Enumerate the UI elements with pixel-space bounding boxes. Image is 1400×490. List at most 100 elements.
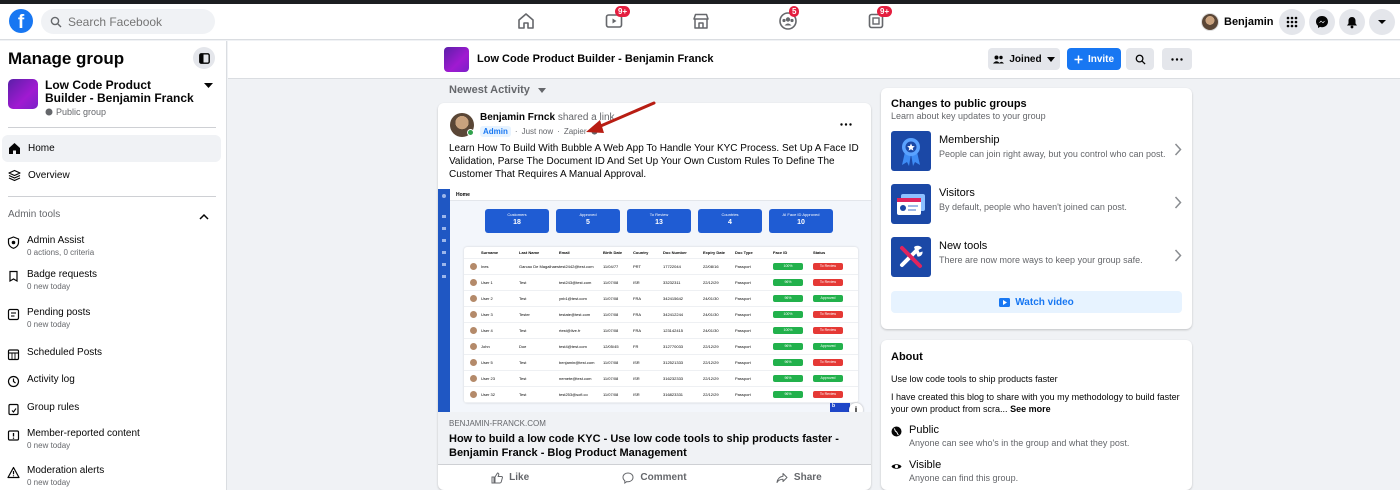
shield-icon xyxy=(6,235,20,249)
change-item-membership[interactable]: Membership People can join right away, b… xyxy=(891,131,1184,171)
comment-button[interactable]: Comment xyxy=(582,465,726,490)
groups-nav-tab[interactable]: 5 xyxy=(778,6,800,33)
admin-tools-heading[interactable]: Admin tools xyxy=(8,209,60,220)
thumbs-up-icon xyxy=(491,471,504,483)
change-item-desc: People can join right away, but you cont… xyxy=(939,149,1166,159)
kpi-value: 5 xyxy=(586,219,590,226)
sidebar-toggle-icon xyxy=(198,52,210,64)
table-cell: Test xyxy=(519,280,527,285)
group-thumbnail[interactable] xyxy=(8,79,38,109)
avatar xyxy=(470,279,477,286)
sidebar-item-badge-requests[interactable]: Badge requests 0 new today xyxy=(6,269,221,292)
avatar xyxy=(470,359,477,366)
face-id-pill: 100% xyxy=(773,311,803,318)
post-options-button[interactable] xyxy=(840,115,852,129)
watch-nav-tab[interactable]: 9+ xyxy=(604,6,631,33)
profile-shortcut[interactable]: Benjamin xyxy=(1198,10,1280,34)
sidebar-item-pending-posts[interactable]: Pending posts 0 new today xyxy=(6,307,221,330)
more-icon xyxy=(1171,57,1183,61)
table-cell: 96% xyxy=(773,359,813,366)
feed-sort-dropdown[interactable]: Newest Activity xyxy=(449,84,546,96)
chevron-up-icon xyxy=(199,213,209,220)
group-thumbnail[interactable] xyxy=(444,47,469,72)
link-preview-caption[interactable]: BENJAMIN-FRANCK.COM How to build a low c… xyxy=(438,412,871,464)
public-group-changes-card: Changes to public groups Learn about key… xyxy=(881,88,1192,329)
invite-button[interactable]: Invite xyxy=(1067,48,1121,70)
pending-icon xyxy=(6,307,20,321)
table-row: Ines Garcao De Magalhaes test2442@test.com… xyxy=(464,259,858,275)
post-author[interactable]: Benjamin Frnck xyxy=(480,112,555,123)
home-nav-tab[interactable] xyxy=(516,11,538,33)
table-cell: 33232311 xyxy=(663,280,681,285)
marketplace-icon xyxy=(693,13,709,29)
group-title[interactable]: Low Code Product Builder - Benjamin Fran… xyxy=(477,53,714,65)
preview-page-title: Home xyxy=(450,189,871,201)
gaming-nav-tab[interactable]: 9+ xyxy=(866,6,893,33)
sidebar-item-activity-log[interactable]: Activity log xyxy=(6,374,221,388)
messenger-button[interactable] xyxy=(1309,9,1335,35)
preview-kpi-card: Customers 18 xyxy=(485,209,549,233)
face-id-pill: 96% xyxy=(773,359,803,366)
avatar xyxy=(470,343,477,350)
tool-sub: 0 new today xyxy=(27,441,71,450)
search-box[interactable] xyxy=(41,9,215,34)
sidebar-item-admin-assist[interactable]: Admin Assist 0 actions, 0 criteria xyxy=(6,235,221,258)
avatar xyxy=(1201,13,1219,31)
preview-column-header: Country xyxy=(633,250,649,255)
table-cell: 24/01/30 xyxy=(703,328,719,333)
group-more-button[interactable] xyxy=(1162,48,1192,70)
sidebar-item-scheduled-posts[interactable]: Scheduled Posts xyxy=(6,347,221,361)
table-cell: 96% xyxy=(773,295,813,302)
change-item-new-tools[interactable]: New tools There are now more ways to kee… xyxy=(891,237,1184,277)
table-cell: Test xyxy=(519,376,527,381)
share-button[interactable]: Share xyxy=(727,465,871,490)
plus-icon xyxy=(1074,55,1083,63)
menu-button[interactable] xyxy=(1279,9,1305,35)
status-pill: To Review xyxy=(813,279,843,286)
sidebar-item-overview[interactable]: Overview xyxy=(2,162,221,189)
kpi-value: 13 xyxy=(655,219,663,226)
sidebar-item-home[interactable]: Home xyxy=(2,135,221,162)
sidebar-item-member-reported-content[interactable]: Member-reported content 0 new today xyxy=(6,428,221,451)
group-switcher-caret[interactable] xyxy=(204,81,213,91)
facebook-logo[interactable]: f xyxy=(9,9,33,33)
marketplace-nav-tab[interactable] xyxy=(691,11,713,33)
table-cell: 342412244 xyxy=(663,312,684,317)
kpi-label: To Review xyxy=(649,212,669,217)
watch-video-button[interactable]: Watch video xyxy=(891,291,1182,313)
clock-icon xyxy=(6,374,20,388)
table-cell: nemete@test.com xyxy=(559,376,592,381)
sidebar-item-group-rules[interactable]: Group rules xyxy=(6,402,221,416)
group-search-button[interactable] xyxy=(1126,48,1154,70)
chevron-right-icon xyxy=(1174,196,1182,209)
see-more-link[interactable]: See more xyxy=(1010,404,1051,414)
preview-column-header: Last Name xyxy=(519,250,540,255)
preview-kpi-card: AI Face ID Approved 10 xyxy=(769,209,833,233)
table-cell: FRA xyxy=(633,312,641,317)
sidebar-item-moderation-alerts[interactable]: Moderation alerts 0 new today xyxy=(6,465,221,488)
joined-button[interactable]: Joined xyxy=(988,48,1060,70)
search-input[interactable] xyxy=(68,14,198,29)
like-button[interactable]: Like xyxy=(438,465,582,490)
table-cell: Test xyxy=(519,360,527,365)
table-cell: Passport xyxy=(735,280,751,285)
alert-icon xyxy=(6,465,20,479)
tool-sub: 0 actions, 0 criteria xyxy=(27,248,95,257)
caret-down-icon xyxy=(1046,56,1055,62)
preview-column-header: Doc Number xyxy=(663,250,687,255)
table-cell: User 32 xyxy=(481,392,496,397)
account-button[interactable] xyxy=(1369,9,1395,35)
notifications-button[interactable] xyxy=(1339,9,1365,35)
link-preview-image[interactable]: Home Customers 18 Approved 5 To Review 13 C… xyxy=(438,189,871,417)
change-item-visitors[interactable]: Visitors By default, people who haven't … xyxy=(891,184,1184,224)
sidebar-collapse-button[interactable] xyxy=(193,47,215,69)
admin-tools-toggle[interactable] xyxy=(199,209,209,223)
post-time[interactable]: Just now xyxy=(522,127,554,136)
group-name[interactable]: Low Code Product Builder - Benjamin Fran… xyxy=(45,79,195,105)
table-cell: 11/07/08 xyxy=(603,296,619,301)
preview-column-header: Face ID xyxy=(773,250,788,255)
kpi-label: Countries xyxy=(721,212,739,217)
link-title[interactable]: How to build a low code KYC - Use low co… xyxy=(449,432,860,460)
table-cell: test253@sofi.co xyxy=(559,392,588,397)
face-id-pill: 96% xyxy=(773,391,803,398)
